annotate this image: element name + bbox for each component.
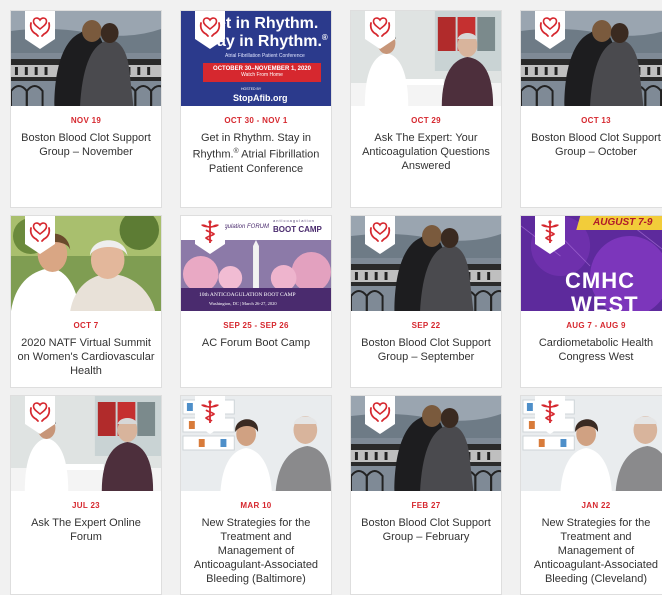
event-title[interactable]: Boston Blood Clot Support Group – Septem…	[351, 336, 501, 364]
promo-hosted-by: HOSTED BY	[241, 87, 262, 91]
promo-headline-1: et in Rhythm.	[217, 15, 319, 32]
heart-hands-icon	[25, 216, 55, 254]
event-title[interactable]: Boston Blood Clot Support Group – Februa…	[351, 516, 501, 544]
promo-bootcamp: BOOT CAMP	[273, 225, 322, 234]
event-title[interactable]: Get in Rhythm. Stay in Rhythm.® Atrial F…	[181, 131, 331, 176]
heart-hands-icon	[365, 396, 395, 434]
event-date: OCT 13	[581, 116, 611, 125]
event-card-oct-13[interactable]: OCT 13 Boston Blood Clot Support Group –…	[520, 10, 662, 208]
event-card-aug-7[interactable]: AUGUST 7-9 CMHC WEST AUG 7 - AUG 9 Cardi…	[520, 215, 662, 388]
promo-big-2: WEST	[571, 292, 639, 311]
event-image-cmhc-promo: AUGUST 7-9 CMHC WEST	[521, 216, 662, 311]
event-image-bridge	[351, 216, 501, 311]
event-date: JUL 23	[72, 501, 100, 510]
caduceus-icon	[535, 396, 565, 434]
event-card-nov-19[interactable]: NOV 19 Boston Blood Clot Support Group –…	[10, 10, 162, 208]
event-image-bridge	[11, 11, 161, 106]
event-card-feb-27[interactable]: FEB 27 Boston Blood Clot Support Group –…	[350, 395, 502, 595]
event-card-oct-29[interactable]: OCT 29 Ask The Expert: Your Anticoagulat…	[350, 10, 502, 208]
heart-hands-icon	[25, 396, 55, 434]
event-date: AUG 7 - AUG 9	[566, 321, 626, 330]
event-title[interactable]: New Strategies for the Treatment and Man…	[181, 516, 331, 586]
event-image-rhythm-promo: et in Rhythm. ay in Rhythm.® Atrial Fibr…	[181, 11, 331, 106]
caduceus-icon	[535, 216, 565, 254]
event-title[interactable]: 2020 NATF Virtual Summit on Women's Card…	[11, 336, 161, 378]
event-image-women	[11, 216, 161, 311]
event-card-mar-10[interactable]: MAR 10 New Strategies for the Treatment …	[180, 395, 332, 595]
events-grid: NOV 19 Boston Blood Clot Support Group –…	[0, 0, 662, 595]
event-card-jan-22[interactable]: JAN 22 New Strategies for the Treatment …	[520, 395, 662, 595]
event-card-oct-30[interactable]: et in Rhythm. ay in Rhythm.® Atrial Fibr…	[180, 10, 332, 208]
promo-forum: agulation FORUM	[221, 224, 270, 230]
event-image-pharmacy	[521, 396, 662, 491]
heart-hands-icon	[365, 216, 395, 254]
caduceus-icon	[195, 396, 225, 434]
event-date: FEB 27	[411, 501, 441, 510]
promo-top-small: anticoagulation	[273, 218, 315, 223]
heart-hands-icon	[365, 11, 395, 49]
event-title[interactable]: Boston Blood Clot Support Group – Novemb…	[11, 131, 161, 159]
promo-brand: StopAfib.org	[233, 93, 288, 103]
event-title[interactable]: New Strategies for the Treatment and Man…	[521, 516, 662, 586]
event-date: NOV 19	[70, 116, 102, 125]
event-title[interactable]: Cardiometabolic Health Congress West	[521, 336, 662, 364]
event-title[interactable]: Ask The Expert: Your Anticoagulation Que…	[351, 131, 501, 173]
event-image-doctor	[351, 11, 501, 106]
event-date: SEP 22	[411, 321, 441, 330]
caduceus-icon	[195, 216, 225, 254]
promo-subtitle: Atrial Fibrillation Patient Conference	[225, 53, 305, 59]
event-title[interactable]: Ask The Expert Online Forum	[11, 516, 161, 544]
event-date: OCT 29	[411, 116, 441, 125]
event-image-bridge	[521, 11, 662, 106]
event-image-pharmacy	[181, 396, 331, 491]
event-card-sep-25[interactable]: anticoagulation agulation FORUM BOOT CAM…	[180, 215, 332, 388]
event-image-bridge	[351, 396, 501, 491]
promo-big-1: CMHC	[565, 268, 635, 293]
promo-headline-2: ay in Rhythm.®	[217, 33, 328, 50]
promo-line-1: 10th ANTICOAGULATION BOOT CAMP	[199, 292, 296, 298]
heart-hands-icon	[535, 11, 565, 49]
event-date: OCT 7	[73, 321, 99, 330]
event-card-oct-7[interactable]: OCT 7 2020 NATF Virtual Summit on Women'…	[10, 215, 162, 388]
promo-date-banner: OCTOBER 30–NOVEMBER 1, 2020 Watch From H…	[203, 63, 321, 82]
heart-hands-icon	[195, 11, 225, 49]
event-title[interactable]: Boston Blood Clot Support Group – Octobe…	[521, 131, 662, 159]
event-card-jul-23[interactable]: JUL 23 Ask The Expert Online Forum	[10, 395, 162, 595]
event-card-sep-22[interactable]: SEP 22 Boston Blood Clot Support Group –…	[350, 215, 502, 388]
event-date: MAR 10	[240, 501, 272, 510]
event-date: SEP 25 - SEP 26	[223, 321, 289, 330]
promo-line-2: Washington, DC | March 26-27, 2020	[209, 301, 277, 306]
event-date: JAN 22	[581, 501, 611, 510]
heart-hands-icon	[25, 11, 55, 49]
event-image-bootcamp-promo: anticoagulation agulation FORUM BOOT CAM…	[181, 216, 331, 311]
promo-banner: AUGUST 7-9	[593, 217, 653, 228]
event-date: OCT 30 - NOV 1	[224, 116, 288, 125]
event-title[interactable]: AC Forum Boot Camp	[181, 336, 331, 350]
event-image-doctor	[11, 396, 161, 491]
